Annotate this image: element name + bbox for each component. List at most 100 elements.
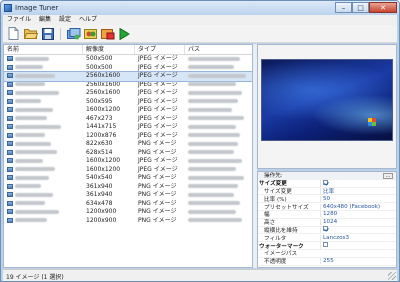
list-item[interactable]: 1441x715 JPEG イメージ bbox=[4, 123, 252, 132]
open-folder-icon[interactable] bbox=[23, 26, 38, 41]
menu-file[interactable]: ファイル bbox=[3, 15, 35, 25]
list-item[interactable]: 2560x1600 JPEG イメージ bbox=[4, 81, 252, 90]
header-type[interactable]: タイプ bbox=[135, 45, 185, 54]
maximize-button[interactable]: □ bbox=[352, 2, 369, 13]
header-resolution[interactable]: 解像度 bbox=[83, 45, 135, 54]
close-button[interactable]: ✕ bbox=[369, 2, 397, 13]
checkbox[interactable] bbox=[323, 179, 328, 185]
list-item[interactable]: 1600x1200 JPEG イメージ bbox=[4, 166, 252, 175]
list-item[interactable]: 467x273 JPEG イメージ bbox=[4, 115, 252, 124]
list-item-path bbox=[185, 208, 252, 217]
checkbox[interactable] bbox=[323, 242, 328, 248]
property-key: イメージパス bbox=[264, 251, 298, 258]
settings-icon[interactable] bbox=[83, 26, 98, 41]
list-item[interactable]: 2560x1600 JPEG イメージ bbox=[4, 71, 252, 82]
image-file-icon bbox=[7, 56, 13, 61]
list-item-resolution: 628x514 bbox=[86, 148, 113, 156]
list-item-resolution: 1600x1200 bbox=[86, 165, 121, 173]
image-file-icon bbox=[7, 107, 13, 112]
app-window: Image Tuner – □ ✕ ファイル 編集 設定 ヘルプ 名前 解像度 … bbox=[0, 0, 400, 282]
browse-button[interactable]: ... bbox=[383, 173, 393, 179]
header-path[interactable]: パス bbox=[185, 45, 252, 54]
list-item-type: JPEG イメージ bbox=[138, 114, 178, 122]
list-item-path bbox=[185, 149, 252, 158]
list-item-type: JPEG イメージ bbox=[138, 131, 178, 139]
list-item-resolution: 500x500 bbox=[86, 63, 113, 71]
blurred-file-path bbox=[188, 133, 240, 137]
list-item-name bbox=[4, 157, 83, 166]
image-file-icon bbox=[7, 209, 13, 214]
list-item[interactable]: 540x540 PNG イメージ bbox=[4, 174, 252, 183]
list-item[interactable]: 500x500 JPEG イメージ bbox=[4, 55, 252, 64]
list-item[interactable]: 500x595 JPEG イメージ bbox=[4, 98, 252, 107]
property-value[interactable]: Lanczos3 bbox=[320, 234, 396, 241]
property-row[interactable]: 不透明度 255 bbox=[258, 258, 396, 266]
property-grid[interactable]: 操作先:... サイズ変更 サイズ変更 比率 比率 (%) 50 プリセットサイズ 640x4… bbox=[257, 171, 397, 268]
list-item[interactable]: 1200x876 JPEG イメージ bbox=[4, 132, 252, 141]
preview-pane bbox=[257, 44, 397, 169]
list-item[interactable]: 628x514 PNG イメージ bbox=[4, 149, 252, 158]
remove-icon[interactable] bbox=[100, 26, 115, 41]
image-file-icon bbox=[7, 124, 13, 129]
property-rows: 操作先:... サイズ変更 サイズ変更 比率 比率 (%) 50 プリセットサイズ 640x4… bbox=[258, 172, 396, 266]
list-item[interactable]: 2560x1600 JPEG イメージ bbox=[4, 89, 252, 98]
property-value[interactable] bbox=[320, 242, 396, 250]
list-item-path bbox=[185, 200, 252, 209]
status-bar: 19 イメージ (1 選択) bbox=[3, 269, 397, 281]
list-item-resolution: 1600x1200 bbox=[86, 106, 121, 113]
property-value[interactable]: 1024 bbox=[320, 219, 396, 226]
list-item-type: PNG イメージ bbox=[138, 191, 177, 198]
list-item[interactable]: 634x478 PNG イメージ bbox=[4, 200, 252, 209]
new-icon[interactable] bbox=[6, 26, 21, 41]
list-item-resolution: 500x500 bbox=[86, 55, 113, 62]
list-item[interactable]: 1200x900 PNG イメージ bbox=[4, 208, 252, 217]
property-value[interactable]: 1280 bbox=[320, 211, 396, 218]
property-value[interactable]: 比率 bbox=[320, 187, 396, 195]
image-file-icon bbox=[7, 98, 13, 104]
list-header: 名前 解像度 タイプ パス bbox=[4, 45, 252, 55]
property-value[interactable] bbox=[320, 226, 396, 234]
property-value[interactable]: 50 bbox=[320, 195, 396, 202]
property-row[interactable]: 操作先:... bbox=[258, 172, 396, 180]
blurred-file-path bbox=[188, 99, 238, 103]
property-value[interactable]: 640x480 (Facebook) bbox=[320, 203, 396, 210]
blurred-file-path bbox=[188, 124, 236, 129]
image-list[interactable]: 名前 解像度 タイプ パス 500x500 JPEG イメージ 500x500 JPE… bbox=[3, 44, 253, 268]
list-item[interactable]: 1600x1200 JPEG イメージ bbox=[4, 157, 252, 166]
minimize-button[interactable]: – bbox=[335, 2, 352, 13]
property-key: サイズ変更 bbox=[264, 189, 292, 195]
resize-grip-icon[interactable] bbox=[388, 272, 396, 280]
menu-help[interactable]: ヘルプ bbox=[75, 15, 101, 25]
list-item-path bbox=[185, 132, 252, 141]
toolbar bbox=[3, 25, 397, 43]
blurred-file-path bbox=[188, 107, 232, 112]
checkbox[interactable] bbox=[323, 226, 328, 232]
blurred-file-name bbox=[15, 184, 41, 188]
app-icon bbox=[4, 4, 12, 12]
blurred-file-path bbox=[188, 73, 246, 78]
header-name[interactable]: 名前 bbox=[4, 45, 83, 54]
property-key: 不透明度 bbox=[264, 259, 287, 266]
run-icon[interactable] bbox=[117, 26, 132, 41]
save-icon[interactable] bbox=[40, 26, 55, 41]
list-item[interactable]: 822x630 PNG イメージ bbox=[4, 140, 252, 149]
image-file-icon bbox=[7, 90, 13, 95]
property-value[interactable] bbox=[320, 179, 396, 187]
title-bar[interactable]: Image Tuner – □ ✕ bbox=[1, 1, 399, 15]
property-value[interactable]: 255 bbox=[320, 258, 396, 265]
list-item-path bbox=[185, 140, 252, 149]
menu-edit[interactable]: 編集 bbox=[35, 15, 55, 25]
list-item[interactable]: 500x500 JPEG イメージ bbox=[4, 64, 252, 73]
list-item-path bbox=[185, 55, 252, 64]
list-item[interactable]: 1600x1200 JPEG イメージ bbox=[4, 106, 252, 115]
menu-settings[interactable]: 設定 bbox=[55, 15, 75, 25]
blurred-file-name bbox=[15, 209, 59, 214]
blurred-file-path bbox=[188, 167, 236, 171]
blurred-file-path bbox=[188, 82, 236, 86]
list-item[interactable]: 361x940 PNG イメージ bbox=[4, 183, 252, 192]
list-item[interactable]: 1200x900 PNG イメージ bbox=[4, 217, 252, 226]
add-images-icon[interactable] bbox=[66, 26, 81, 41]
property-key: 幅 bbox=[264, 212, 270, 219]
list-item[interactable]: 361x940 PNG イメージ bbox=[4, 191, 252, 200]
blurred-file-path bbox=[188, 192, 234, 197]
